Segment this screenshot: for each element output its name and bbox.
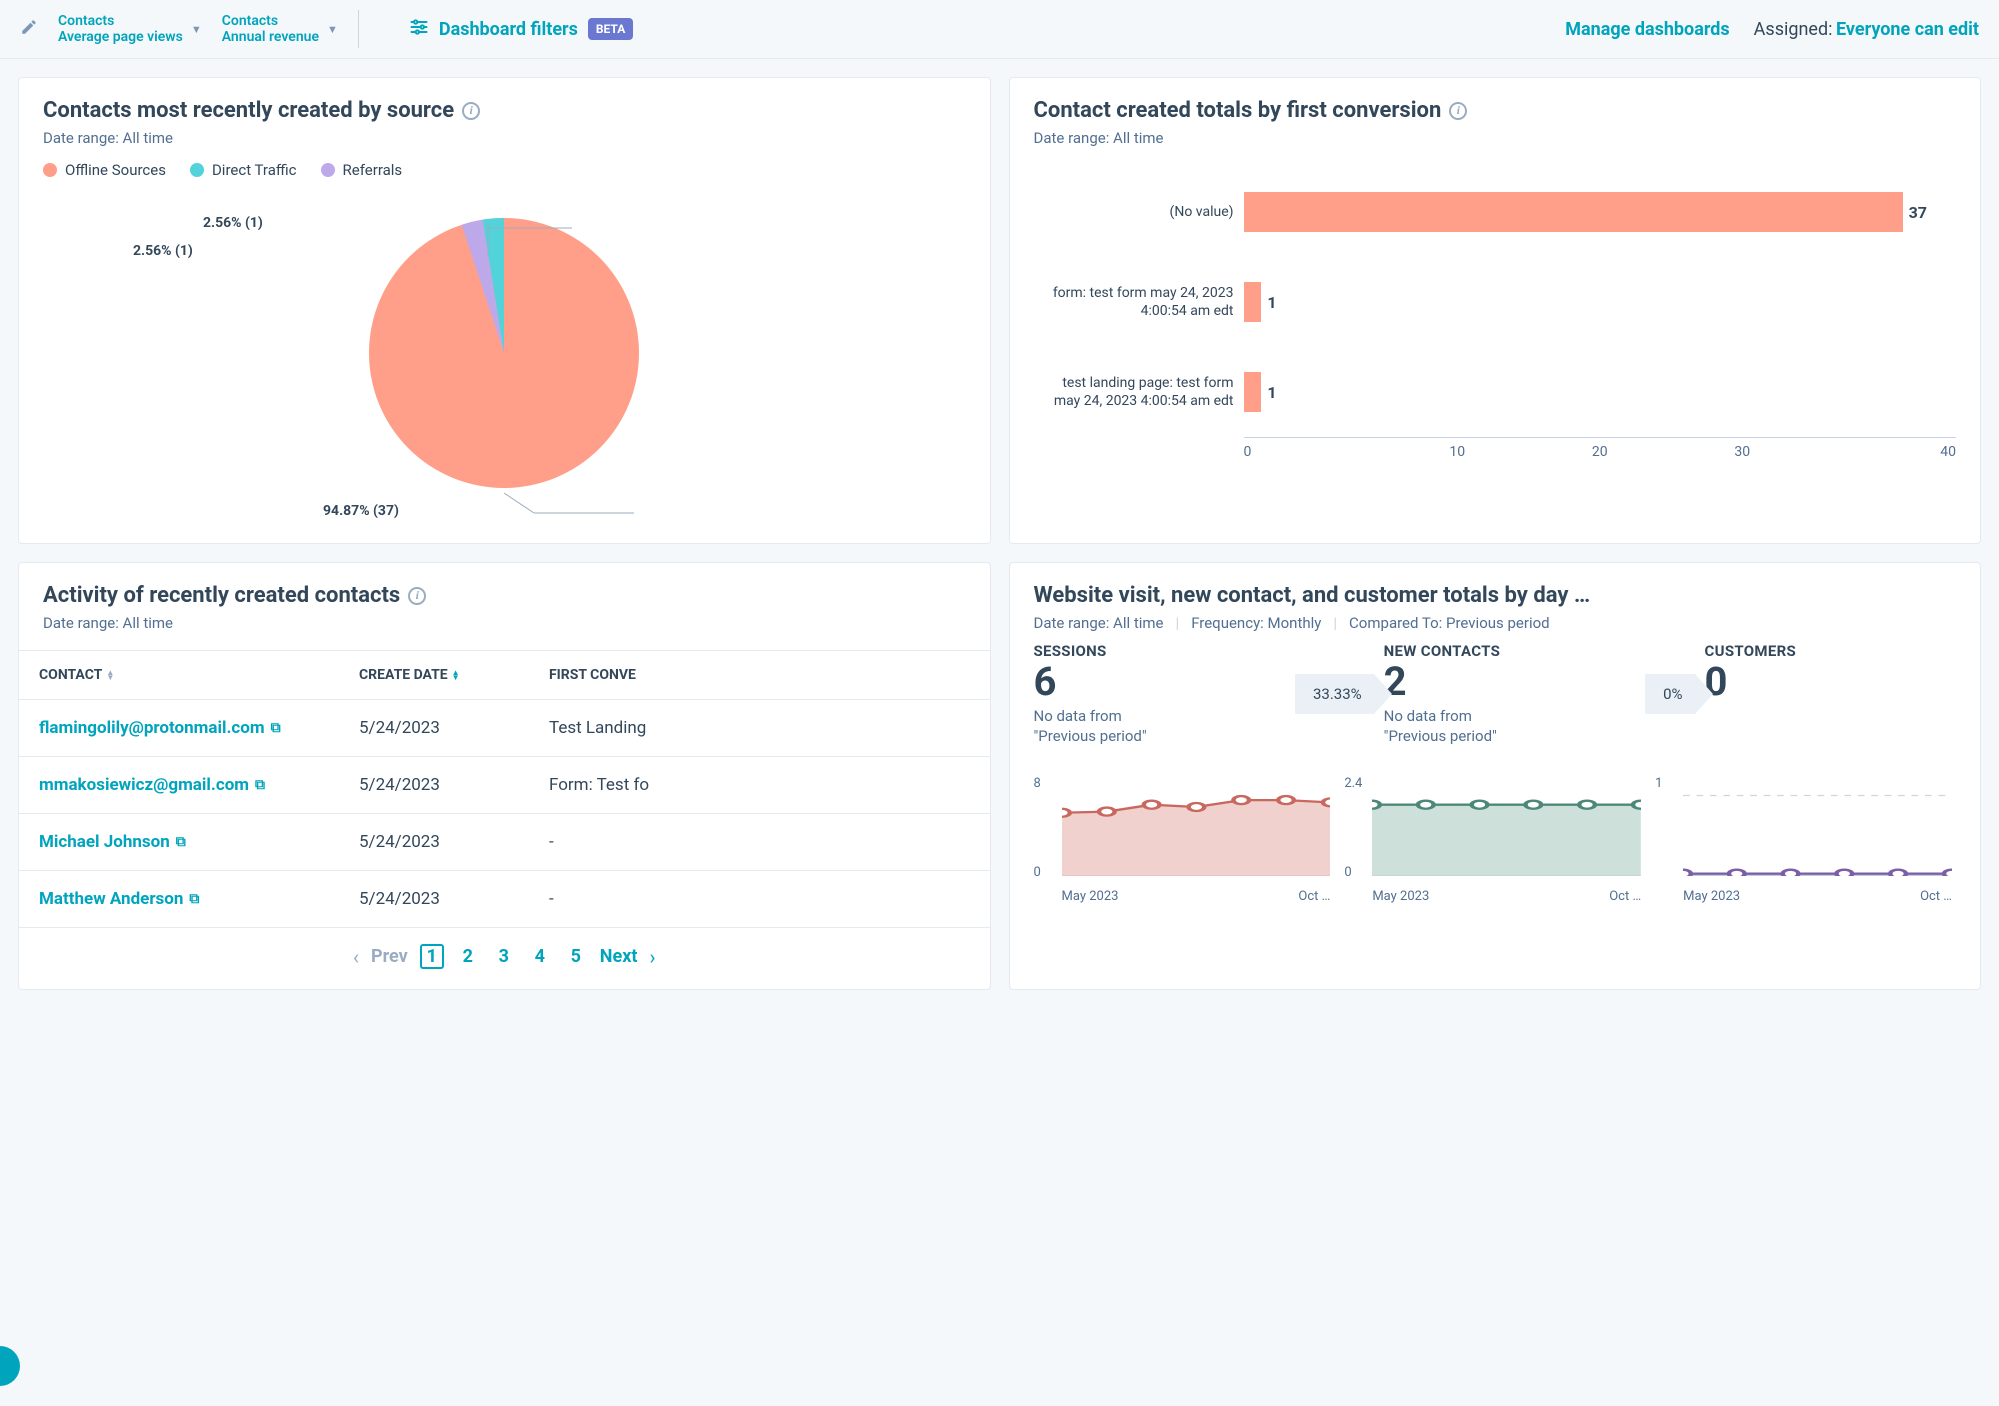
sort-icon: ▲▼ bbox=[106, 670, 114, 680]
card-sub: Date range: All time bbox=[43, 129, 966, 147]
card-title: Website visit, new contact, and customer… bbox=[1034, 583, 1591, 608]
table-row[interactable]: Matthew Anderson⧉ 5/24/2023 - bbox=[19, 871, 990, 928]
kpi-customers: CUSTOMERS 0 bbox=[1705, 642, 1956, 746]
assigned-value[interactable]: Everyone can edit bbox=[1836, 19, 1979, 40]
topbar: Contacts Average page views ▼ Contacts A… bbox=[0, 0, 1999, 59]
info-icon[interactable]: i bbox=[1449, 102, 1467, 120]
chevron-down-icon: ▼ bbox=[191, 23, 202, 36]
card-title: Contact created totals by first conversi… bbox=[1034, 98, 1442, 123]
dashboard-filters-link[interactable]: Dashboard filters bbox=[439, 19, 578, 40]
next-button[interactable]: Next bbox=[600, 946, 638, 967]
sort-icon: ▲▼ bbox=[452, 670, 460, 680]
info-icon[interactable]: i bbox=[462, 102, 480, 120]
table-row[interactable]: mmakosiewicz@gmail.com⧉ 5/24/2023 Form: … bbox=[19, 757, 990, 814]
card-activity-table: Activity of recently created contacts i … bbox=[18, 562, 991, 990]
bar-row[interactable]: test landing page: test form may 24, 202… bbox=[1034, 347, 1957, 437]
pagination: ‹ Prev 1 2 3 4 5 Next › bbox=[43, 944, 966, 969]
divider bbox=[358, 10, 359, 48]
th-first-conversion[interactable]: FIRST CONVE bbox=[509, 667, 970, 683]
table-header: CONTACT▲▼ CREATE DATE▲▼ FIRST CONVE bbox=[19, 650, 990, 700]
x-axis: 0 10 20 30 40 bbox=[1244, 437, 1957, 460]
card-meta: Date range: All time| Frequency: Monthly… bbox=[1034, 614, 1957, 632]
kpi-sessions: SESSIONS 6 No data from "Previous period… bbox=[1034, 642, 1285, 746]
beta-badge: BETA bbox=[588, 18, 633, 40]
dropdown-contacts-pageviews[interactable]: Contacts Average page views ▼ bbox=[58, 13, 202, 45]
filters-icon[interactable] bbox=[409, 17, 429, 41]
bar-row[interactable]: (No value) 37 bbox=[1034, 167, 1957, 257]
legend: Offline Sources Direct Traffic Referrals bbox=[43, 161, 966, 179]
legend-item[interactable]: Offline Sources bbox=[43, 161, 166, 179]
external-link-icon[interactable]: ⧉ bbox=[255, 777, 265, 793]
dd-line1: Contacts bbox=[58, 13, 183, 29]
pie-label: 94.87% (37) bbox=[323, 503, 399, 519]
pie-label: 2.56% (1) bbox=[203, 215, 263, 231]
funnel-arrow: 33.33% bbox=[1295, 642, 1374, 746]
sparkline-new-contacts: 2.4 0 May 2023Oct … bbox=[1344, 774, 1645, 904]
chevron-right-icon[interactable]: › bbox=[649, 945, 655, 969]
page-1[interactable]: 1 bbox=[420, 944, 444, 969]
pie-chart: 2.56% (1) 2.56% (1) 94.87% (37) bbox=[43, 183, 966, 523]
info-icon[interactable]: i bbox=[408, 587, 426, 605]
legend-item[interactable]: Referrals bbox=[321, 161, 403, 179]
sparkline-sessions: 8 0 May 2023Oct … bbox=[1034, 774, 1335, 904]
chevron-down-icon: ▼ bbox=[327, 23, 338, 36]
external-link-icon[interactable]: ⧉ bbox=[271, 720, 281, 736]
card-sub: Date range: All time bbox=[1034, 129, 1957, 147]
card-kpi: Website visit, new contact, and customer… bbox=[1009, 562, 1982, 990]
page-5[interactable]: 5 bbox=[564, 946, 588, 967]
page-2[interactable]: 2 bbox=[456, 946, 480, 967]
card-title: Contacts most recently created by source bbox=[43, 98, 454, 123]
dd-line2: Annual revenue bbox=[222, 29, 319, 45]
bar-row[interactable]: form: test form may 24, 2023 4:00:54 am … bbox=[1034, 257, 1957, 347]
kpi-new-contacts: NEW CONTACTS 2 No data from "Previous pe… bbox=[1384, 642, 1635, 746]
card-contacts-by-source: Contacts most recently created by source… bbox=[18, 77, 991, 544]
card-contacts-by-conversion: Contact created totals by first conversi… bbox=[1009, 77, 1982, 544]
sparkline-customers: 1 May 2023Oct … bbox=[1655, 774, 1956, 904]
th-contact[interactable]: CONTACT▲▼ bbox=[39, 667, 359, 683]
prev-button[interactable]: Prev bbox=[371, 946, 408, 967]
page-4[interactable]: 4 bbox=[528, 946, 552, 967]
table-row[interactable]: flamingolily@protonmail.com⧉ 5/24/2023 T… bbox=[19, 700, 990, 757]
bar-chart: (No value) 37 form: test form may 24, 20… bbox=[1034, 167, 1957, 460]
external-link-icon[interactable]: ⧉ bbox=[189, 891, 199, 907]
dd-line1: Contacts bbox=[222, 13, 319, 29]
th-create-date[interactable]: CREATE DATE▲▼ bbox=[359, 667, 509, 683]
chevron-left-icon[interactable]: ‹ bbox=[353, 945, 359, 969]
table-row[interactable]: Michael Johnson⧉ 5/24/2023 - bbox=[19, 814, 990, 871]
page-3[interactable]: 3 bbox=[492, 946, 516, 967]
card-sub: Date range: All time bbox=[43, 614, 966, 632]
legend-item[interactable]: Direct Traffic bbox=[190, 161, 297, 179]
card-title: Activity of recently created contacts bbox=[43, 583, 400, 608]
edit-icon[interactable] bbox=[20, 18, 38, 40]
funnel-arrow: 0% bbox=[1645, 642, 1694, 746]
assigned-label: Assigned: bbox=[1754, 19, 1833, 40]
manage-dashboards-link[interactable]: Manage dashboards bbox=[1565, 19, 1729, 40]
help-fab[interactable] bbox=[0, 1346, 20, 1386]
pie-label: 2.56% (1) bbox=[133, 243, 193, 259]
dd-line2: Average page views bbox=[58, 29, 183, 45]
external-link-icon[interactable]: ⧉ bbox=[176, 834, 186, 850]
dropdown-contacts-revenue[interactable]: Contacts Annual revenue ▼ bbox=[222, 13, 338, 45]
